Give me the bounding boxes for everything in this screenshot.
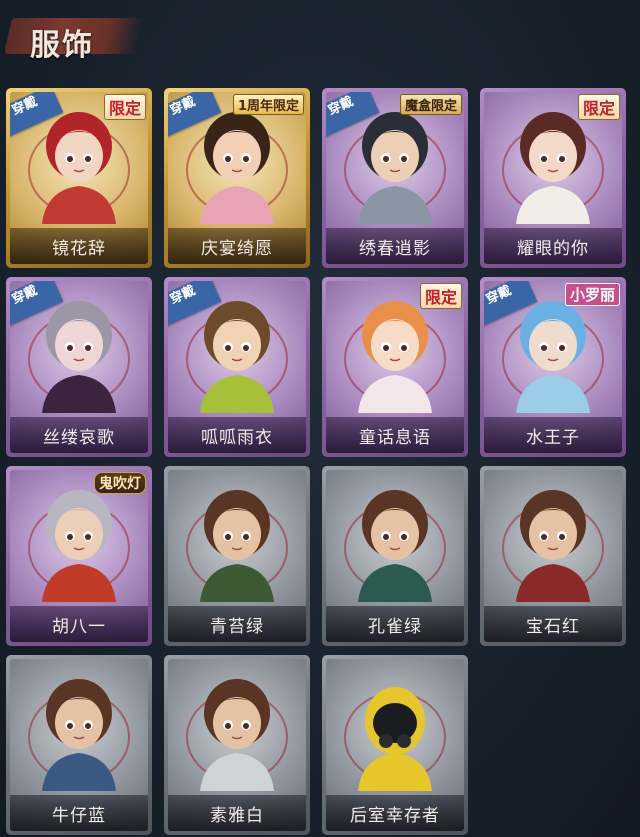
costume-name: 镜花辞 xyxy=(52,238,106,259)
card-name-bar: 胡八一 xyxy=(10,606,148,642)
costume-name: 呱呱雨衣 xyxy=(201,427,273,448)
costume-card[interactable]: 庆宴绮愿 穿戴 1周年限定 xyxy=(164,88,310,268)
costume-card[interactable]: 童话息语 限定 xyxy=(322,277,468,457)
card-name-bar: 庆宴绮愿 xyxy=(168,228,306,264)
worn-ribbon: 穿戴 xyxy=(168,281,222,326)
card-name-bar: 牛仔蓝 xyxy=(10,795,148,831)
costume-card[interactable]: 孔雀绿 xyxy=(322,466,468,646)
costume-card[interactable]: 青苔绿 xyxy=(164,466,310,646)
costume-card[interactable]: 宝石红 xyxy=(480,466,626,646)
costume-name: 牛仔蓝 xyxy=(52,805,106,826)
character-portrait xyxy=(28,679,130,791)
card-name-bar: 素雅白 xyxy=(168,795,306,831)
costume-card[interactable]: 胡八一 鬼吹灯 xyxy=(6,466,152,646)
card-name-bar: 青苔绿 xyxy=(168,606,306,642)
card-frame: 镜花辞 穿戴 限定 xyxy=(10,92,148,264)
card-frame: 童话息语 限定 xyxy=(326,281,464,453)
costume-card[interactable]: 绣春逍影 穿戴 魔盒限定 xyxy=(322,88,468,268)
card-name-bar: 后室幸存者 xyxy=(326,795,464,831)
character-portrait xyxy=(186,679,288,791)
limited-badge: 魔盒限定 xyxy=(399,94,462,115)
costume-name: 水王子 xyxy=(526,427,580,448)
limited-badge: 限定 xyxy=(577,94,620,120)
worn-ribbon: 穿戴 xyxy=(10,92,64,137)
costume-name: 丝缕哀歌 xyxy=(43,427,115,448)
costume-name: 孔雀绿 xyxy=(368,616,422,637)
costume-name: 耀眼的你 xyxy=(517,238,589,259)
limited-badge: 鬼吹灯 xyxy=(94,472,146,494)
costume-card[interactable]: 素雅白 xyxy=(164,655,310,835)
card-name-bar: 水王子 xyxy=(484,417,622,453)
costume-name: 素雅白 xyxy=(210,805,264,826)
card-frame: 绣春逍影 穿戴 魔盒限定 xyxy=(326,92,464,264)
costume-card[interactable]: 牛仔蓝 xyxy=(6,655,152,835)
card-frame: 后室幸存者 xyxy=(326,659,464,831)
section-title: 服饰 xyxy=(30,28,94,63)
card-frame: 宝石红 xyxy=(484,470,622,642)
card-name-bar: 呱呱雨衣 xyxy=(168,417,306,453)
card-frame: 丝缕哀歌 穿戴 xyxy=(10,281,148,453)
costume-card[interactable]: 水王子 穿戴 小罗丽 xyxy=(480,277,626,457)
costume-name: 童话息语 xyxy=(359,427,431,448)
card-name-bar: 宝石红 xyxy=(484,606,622,642)
card-name-bar: 孔雀绿 xyxy=(326,606,464,642)
worn-ribbon: 穿戴 xyxy=(326,92,380,137)
limited-badge: 限定 xyxy=(103,94,146,120)
costume-name: 青苔绿 xyxy=(210,616,264,637)
card-name-bar: 绣春逍影 xyxy=(326,228,464,264)
card-name-bar: 丝缕哀歌 xyxy=(10,417,148,453)
card-frame: 庆宴绮愿 穿戴 1周年限定 xyxy=(168,92,306,264)
costume-card[interactable]: 丝缕哀歌 穿戴 xyxy=(6,277,152,457)
costume-card[interactable]: 镜花辞 穿戴 限定 xyxy=(6,88,152,268)
costume-card[interactable]: 耀眼的你 限定 xyxy=(480,88,626,268)
character-portrait xyxy=(502,490,604,602)
costume-card[interactable]: 呱呱雨衣 穿戴 xyxy=(164,277,310,457)
character-portrait xyxy=(186,490,288,602)
character-portrait xyxy=(344,490,446,602)
card-frame: 耀眼的你 限定 xyxy=(484,92,622,264)
card-name-bar: 童话息语 xyxy=(326,417,464,453)
costume-card[interactable]: 后室幸存者 xyxy=(322,655,468,835)
section-header: 服饰 xyxy=(4,14,148,63)
card-frame: 呱呱雨衣 穿戴 xyxy=(168,281,306,453)
card-name-bar: 耀眼的你 xyxy=(484,228,622,264)
character-portrait xyxy=(28,490,130,602)
character-portrait xyxy=(502,112,604,224)
card-frame: 素雅白 xyxy=(168,659,306,831)
costume-name: 宝石红 xyxy=(526,616,580,637)
limited-badge: 限定 xyxy=(419,283,462,309)
costume-name: 庆宴绮愿 xyxy=(201,238,273,259)
costume-name: 胡八一 xyxy=(52,616,106,637)
card-frame: 牛仔蓝 xyxy=(10,659,148,831)
worn-ribbon: 穿戴 xyxy=(484,281,538,326)
worn-ribbon: 穿戴 xyxy=(10,281,64,326)
limited-badge: 1周年限定 xyxy=(232,94,304,115)
limited-badge: 小罗丽 xyxy=(564,283,620,306)
card-frame: 水王子 穿戴 小罗丽 xyxy=(484,281,622,453)
costume-name: 绣春逍影 xyxy=(359,238,431,259)
card-frame: 孔雀绿 xyxy=(326,470,464,642)
costume-name: 后室幸存者 xyxy=(350,805,440,826)
card-frame: 青苔绿 xyxy=(168,470,306,642)
card-frame: 胡八一 鬼吹灯 xyxy=(10,470,148,642)
card-name-bar: 镜花辞 xyxy=(10,228,148,264)
character-portrait xyxy=(344,301,446,413)
character-portrait xyxy=(344,687,446,791)
worn-ribbon: 穿戴 xyxy=(168,92,222,137)
